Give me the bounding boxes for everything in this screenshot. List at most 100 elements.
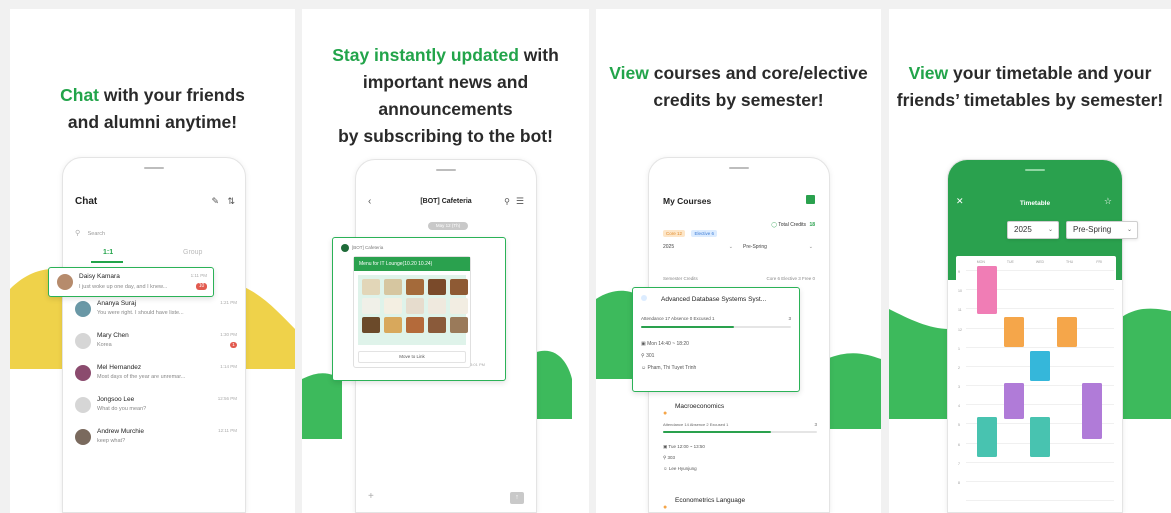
class-block[interactable]	[1082, 383, 1102, 439]
contact-name: Mel Hernandez	[97, 364, 142, 371]
class-block[interactable]	[1030, 417, 1050, 457]
avatar	[75, 365, 91, 381]
hour-label: 6	[958, 442, 960, 447]
message-time: 3:01 PM	[470, 362, 485, 367]
course-card-highlighted[interactable]: Advanced Database Systems Syst... Attend…	[632, 287, 800, 392]
class-block[interactable]	[977, 266, 997, 314]
class-block[interactable]	[1030, 351, 1050, 381]
grid-view-icon[interactable]	[806, 195, 815, 204]
tab-group[interactable]: Group	[183, 249, 202, 256]
day-label: MON	[976, 260, 985, 264]
message-preview: Korea	[97, 342, 112, 348]
avatar	[75, 333, 91, 349]
date-chip: May 12 (Th)	[428, 222, 468, 230]
elective-credits-pill: Elective 6	[691, 230, 717, 237]
semester-select[interactable]: Pre-Spring ⌄	[743, 244, 813, 250]
unread-badge: 1	[230, 342, 237, 348]
chevron-down-icon: ⌄	[808, 244, 813, 250]
menu-image	[358, 275, 468, 345]
new-chat-icon[interactable]: ✎	[211, 196, 219, 207]
send-button[interactable]: ↑	[510, 492, 524, 504]
contact-name: Daisy Kamara	[79, 273, 120, 280]
menu-icon[interactable]: ☰	[516, 196, 524, 207]
grid-line	[966, 327, 1114, 329]
move-to-link-button[interactable]: Move to Link	[358, 351, 466, 363]
tab-one-on-one[interactable]: 1:1	[103, 249, 113, 256]
hour-label: 3	[958, 385, 960, 389]
course-name: Econometrics Language	[675, 497, 746, 504]
day-label: WED	[1035, 260, 1045, 264]
avatar	[57, 274, 73, 290]
phone-notch	[436, 169, 456, 171]
course-card[interactable]: ● Macroeconomics Attendance 14 Absence 2…	[663, 402, 817, 492]
panel-courses: View courses and core/elective credits b…	[596, 9, 881, 513]
chat-list-item[interactable]: Mel Hernandez Most days of the year are …	[63, 360, 245, 390]
food-photo	[406, 317, 424, 333]
search-icon[interactable]: ⚲	[504, 197, 510, 206]
contact-name: Jongsoo Lee	[97, 396, 135, 403]
attendance-progress	[641, 326, 791, 328]
course-room: ⚲ 301	[641, 353, 655, 359]
hour-label: 2	[958, 365, 960, 370]
grid-line	[966, 461, 1114, 463]
day-label: FRI	[1096, 260, 1102, 264]
phone-notch	[1025, 169, 1045, 171]
chat-list-item[interactable]: Jongsoo Lee What do you mean? 12:56 PM	[63, 392, 245, 422]
page-title: My Courses	[663, 196, 712, 206]
message-preview: You were right. I should have liste...	[97, 310, 184, 316]
course-card[interactable]: ● Econometrics Language	[663, 496, 817, 512]
class-block[interactable]	[1004, 383, 1024, 419]
credit-count: 3	[814, 422, 817, 427]
search-input[interactable]: ⚲ Search	[75, 222, 235, 237]
chevron-down-icon: ⌄	[728, 244, 733, 250]
attendance-stats: Attendance 17 Absence 0 Excused 1	[641, 316, 715, 321]
class-block[interactable]	[1004, 317, 1024, 347]
food-photo	[450, 298, 468, 314]
year-select[interactable]: 2025 ⌄	[1007, 221, 1059, 239]
section-stats: Core 6 Elective 3 Free 0	[766, 276, 815, 281]
chat-list-item-highlighted[interactable]: Daisy Kamara I just woke up one day, and…	[48, 267, 214, 297]
message-preview: Most days of the year are unremar...	[97, 374, 186, 380]
unread-badge: 10	[196, 283, 207, 290]
app-store-screenshots: Chat with your friends and alumni anytim…	[0, 0, 1171, 513]
hour-label: 5	[958, 423, 960, 428]
headline-highlight: View	[609, 63, 649, 83]
add-attachment-icon[interactable]: +	[368, 491, 374, 502]
class-block[interactable]	[1057, 317, 1077, 347]
panel-timetable: View your timetable and your friends’ ti…	[889, 9, 1171, 513]
search-icon: ⚲	[75, 230, 81, 237]
panel-headline: Stay instantly updated with important ne…	[332, 45, 559, 146]
food-photo	[428, 279, 446, 295]
grid-line	[966, 500, 1114, 501]
contact-name: Ananya Suraj	[97, 300, 137, 307]
star-icon[interactable]: ☆	[1104, 196, 1112, 207]
bubble-title: Menu for IT Lounge(10.20 10.24)	[354, 257, 470, 271]
hour-label: 11	[958, 308, 962, 313]
message-time: 1:11 PM	[190, 273, 207, 278]
food-photo-grid	[362, 279, 468, 333]
grid-line	[966, 346, 1114, 348]
hour-label: 10	[958, 289, 962, 294]
headline-highlight: View	[908, 63, 949, 83]
panel-chat: Chat with your friends and alumni anytim…	[10, 9, 295, 513]
phone-notch	[729, 167, 749, 169]
course-bullet-icon	[641, 295, 647, 301]
sort-icon[interactable]: ⇅	[227, 196, 235, 207]
panel-headline: View courses and core/elective credits b…	[609, 63, 868, 110]
year-select[interactable]: 2025 ⌄	[663, 244, 733, 250]
phone-mockup: ✕ Timetable ☆ MON TUE WED THU FRI 9 10 11 12 1 2 3…	[947, 159, 1123, 513]
food-photo	[362, 298, 380, 314]
course-time: ▣ Mon 14:40 ~ 18:20	[641, 341, 689, 347]
chat-list-item[interactable]: Andrew Murchie keep what? 12:11 PM	[63, 424, 245, 454]
page-title: Timetable	[1019, 200, 1051, 207]
semester-select[interactable]: Pre-Spring ⌄	[1066, 221, 1138, 239]
hour-label: 8	[958, 480, 960, 485]
contact-name: Andrew Murchie	[97, 428, 144, 435]
timetable-hour-column: 9 10 11 12 1 2 3 4 5 6 7 8	[956, 270, 964, 500]
avatar	[75, 397, 91, 413]
class-block[interactable]	[977, 417, 997, 457]
course-bullet-icon: ●	[663, 504, 668, 511]
chat-list-item[interactable]: Mary Chen Korea 1:30 PM 1	[63, 328, 245, 358]
chat-list-item[interactable]: Ananya Suraj You were right. I should ha…	[63, 296, 245, 326]
section-label: Semester Credits	[663, 276, 698, 281]
